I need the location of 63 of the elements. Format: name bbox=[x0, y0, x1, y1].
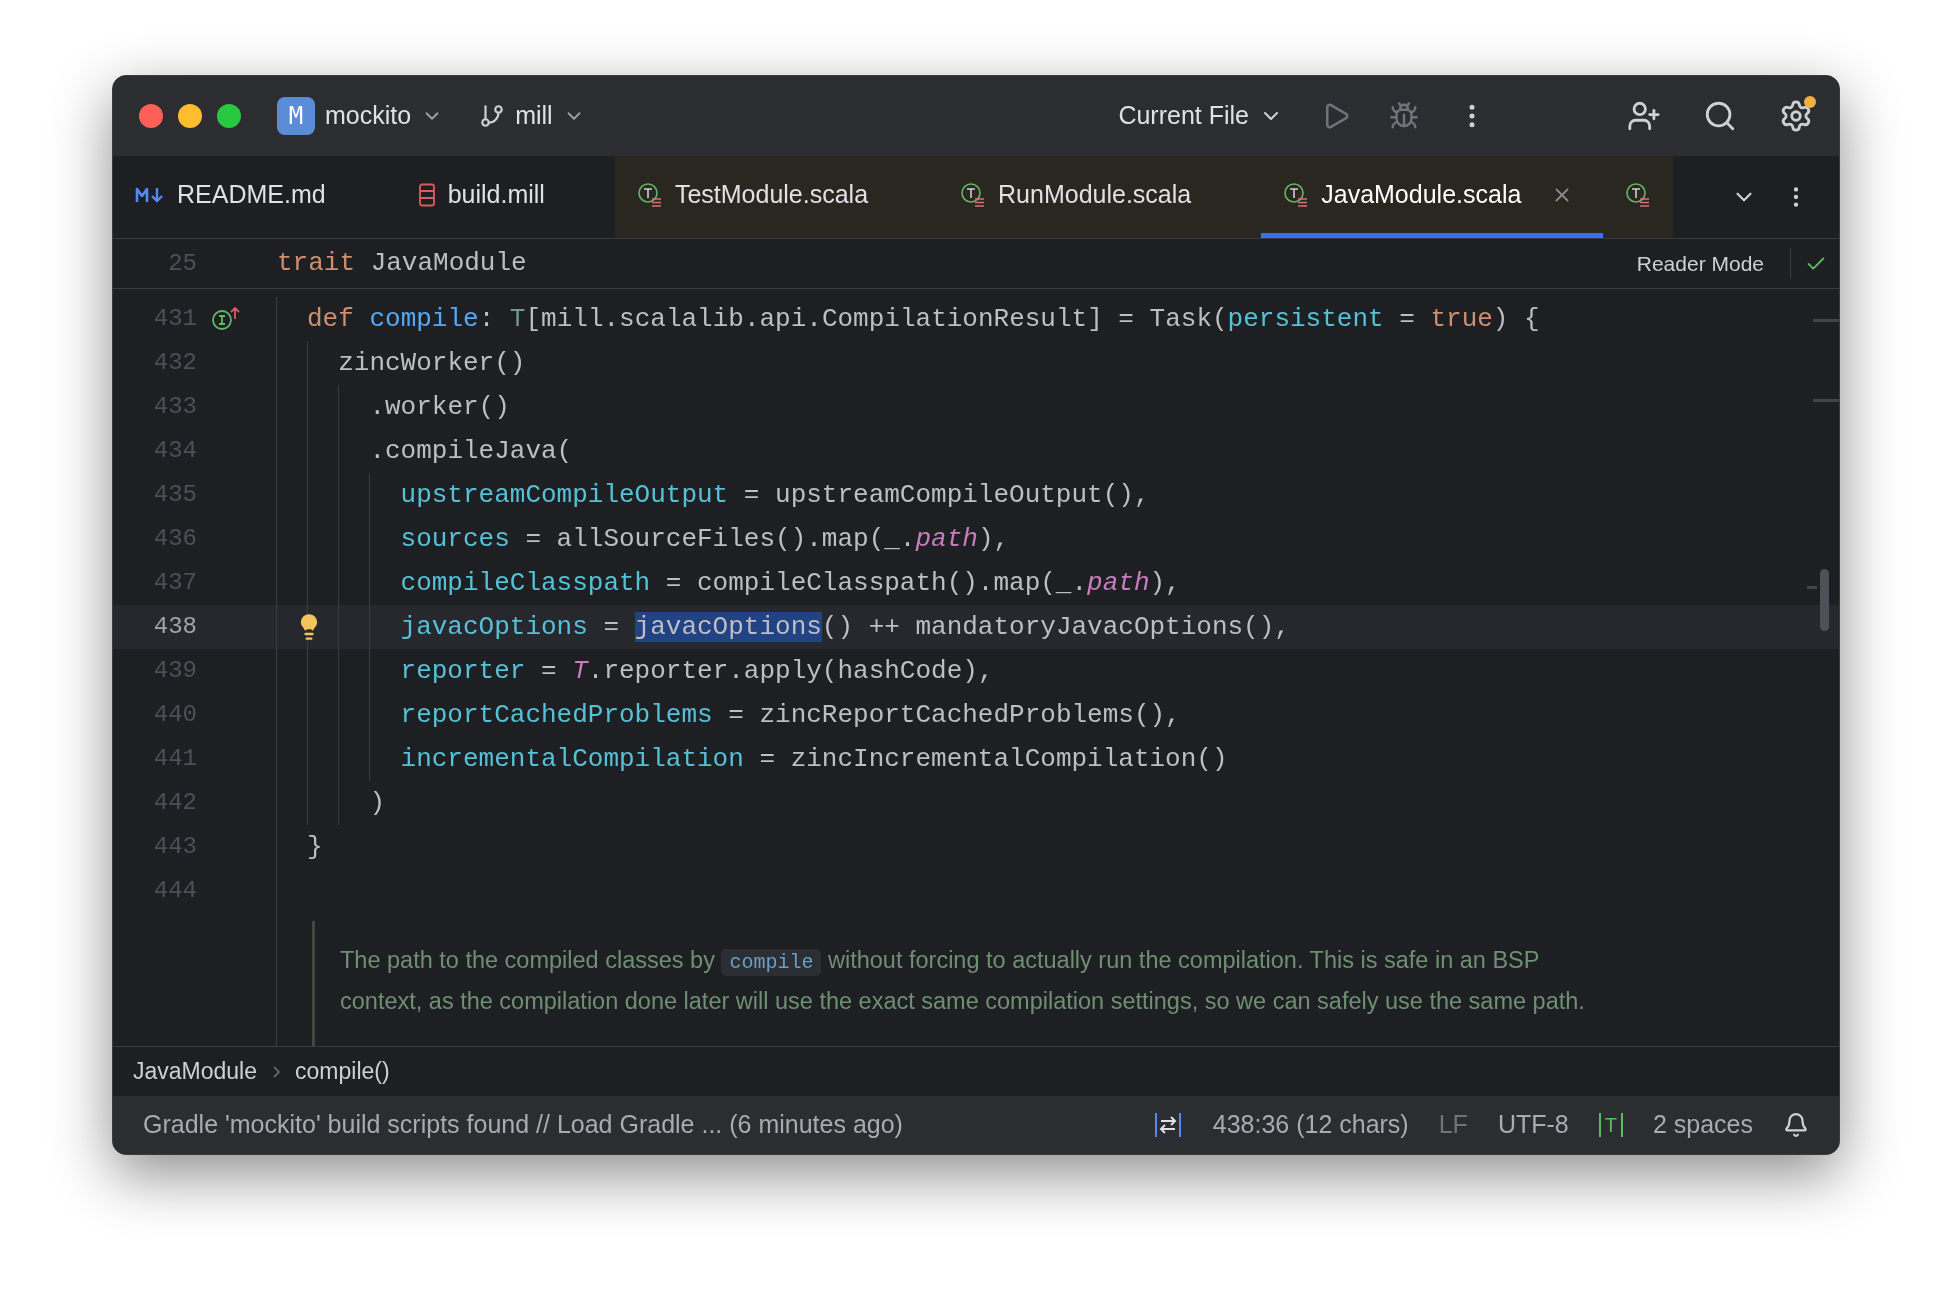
code-line: zincWorker() bbox=[338, 346, 526, 380]
database-file-icon bbox=[417, 182, 436, 207]
close-window-button[interactable] bbox=[139, 104, 163, 128]
settings-button[interactable] bbox=[1779, 99, 1813, 133]
breadcrumb-item[interactable]: compile() bbox=[295, 1054, 390, 1089]
tab-label: build.mill bbox=[447, 178, 545, 210]
tab-label: TestModule.scala bbox=[674, 178, 869, 210]
run-config-label: Current File bbox=[1118, 100, 1249, 132]
caret-position[interactable]: 438:36 (12 chars) bbox=[1212, 1106, 1409, 1144]
code-line: trait JavaModule bbox=[277, 247, 527, 280]
code-line: .worker() bbox=[369, 390, 510, 424]
breadcrumb-item[interactable]: JavaModule bbox=[133, 1054, 258, 1089]
status-message[interactable]: Gradle 'mockito' build scripts found // Load Gradle ... (6 minutes ago) bbox=[143, 1106, 903, 1144]
notifications-icon[interactable] bbox=[1783, 1112, 1809, 1138]
add-user-icon[interactable] bbox=[1627, 99, 1661, 133]
code-line: } bbox=[307, 830, 323, 864]
code-line: sources = allSourceFiles().map(_.path), bbox=[400, 522, 1010, 556]
file-encoding[interactable]: UTF-8 bbox=[1497, 1106, 1569, 1144]
code-line: reporter = T.reporter.apply(hashCode), bbox=[400, 654, 994, 688]
tab-label: README.md bbox=[177, 178, 326, 210]
code-line: upstreamCompileOutput = upstreamCompileOutput(), bbox=[400, 478, 1150, 512]
line-number: 438 bbox=[152, 612, 197, 642]
reader-mode-button[interactable]: Reader Mode bbox=[1636, 247, 1791, 280]
tab-label: JavaModule.scala bbox=[1321, 178, 1522, 210]
debug-icon[interactable] bbox=[1389, 101, 1419, 131]
scala-file-icon bbox=[636, 181, 663, 208]
stripe-mark bbox=[1807, 586, 1817, 589]
doc-comment-text: The path to the compiled classes by compile without forcing to actually run the compilation. This is safe in an BSP context, as the compilation done later will use the exact same compilation settings, so we can safely use the same path. bbox=[340, 946, 1586, 1016]
code-line: .compileJava( bbox=[369, 434, 573, 468]
editor-tab[interactable]: JavaModule.scala bbox=[1261, 156, 1604, 238]
project-selector[interactable]: M mockito bbox=[277, 97, 444, 135]
project-name: mockito bbox=[325, 100, 412, 132]
file-type-indicator[interactable]: T bbox=[1598, 1113, 1623, 1137]
code-line: ) bbox=[369, 786, 385, 820]
scrollbar-thumb[interactable] bbox=[1820, 569, 1829, 631]
code-line: reportCachedProblems = zincReportCachedProblems(), bbox=[400, 698, 1181, 732]
indent-setting[interactable]: 2 spaces bbox=[1652, 1106, 1753, 1144]
editor-tab[interactable]: TestModule.scala bbox=[614, 156, 939, 238]
editor-tab[interactable]: RunModule.scala bbox=[938, 156, 1262, 238]
search-icon[interactable] bbox=[1703, 99, 1737, 133]
settings-icon bbox=[1779, 99, 1813, 133]
zoom-window-button[interactable] bbox=[217, 104, 241, 128]
scala-file-icon bbox=[1283, 181, 1310, 208]
branch-name: mill bbox=[515, 100, 553, 132]
markdown-icon bbox=[135, 185, 165, 204]
scala-file-icon bbox=[1625, 181, 1652, 208]
tab-label: RunModule.scala bbox=[998, 178, 1192, 210]
code-line: javacOptions = javacOptions() ++ mandatoryJavacOptions(), bbox=[400, 610, 1290, 644]
implements-icon[interactable] bbox=[211, 306, 241, 332]
run-config-selector[interactable]: Current File bbox=[1118, 97, 1283, 135]
editor-tab[interactable] bbox=[1603, 156, 1674, 238]
scala-file-icon bbox=[960, 181, 987, 208]
editor-tab[interactable]: build.mill bbox=[395, 156, 615, 238]
code-line: def compile: T[mill.scalalib.api.CompilationResult] = Task(persistent = true) { bbox=[307, 302, 1540, 336]
editor-tab[interactable]: README.md bbox=[113, 156, 396, 238]
code-line: compileClasspath = compileClasspath().map(_.path), bbox=[400, 566, 1181, 600]
chevron-right-icon bbox=[271, 1063, 282, 1080]
branch-icon bbox=[479, 103, 506, 129]
project-badge: M bbox=[277, 97, 315, 135]
sync-arrows-icon[interactable] bbox=[1152, 1110, 1183, 1140]
code-line: incrementalCompilation = zincIncrementalCompilation() bbox=[400, 742, 1228, 776]
branch-selector[interactable]: mill bbox=[479, 97, 585, 135]
minimize-window-button[interactable] bbox=[178, 104, 202, 128]
